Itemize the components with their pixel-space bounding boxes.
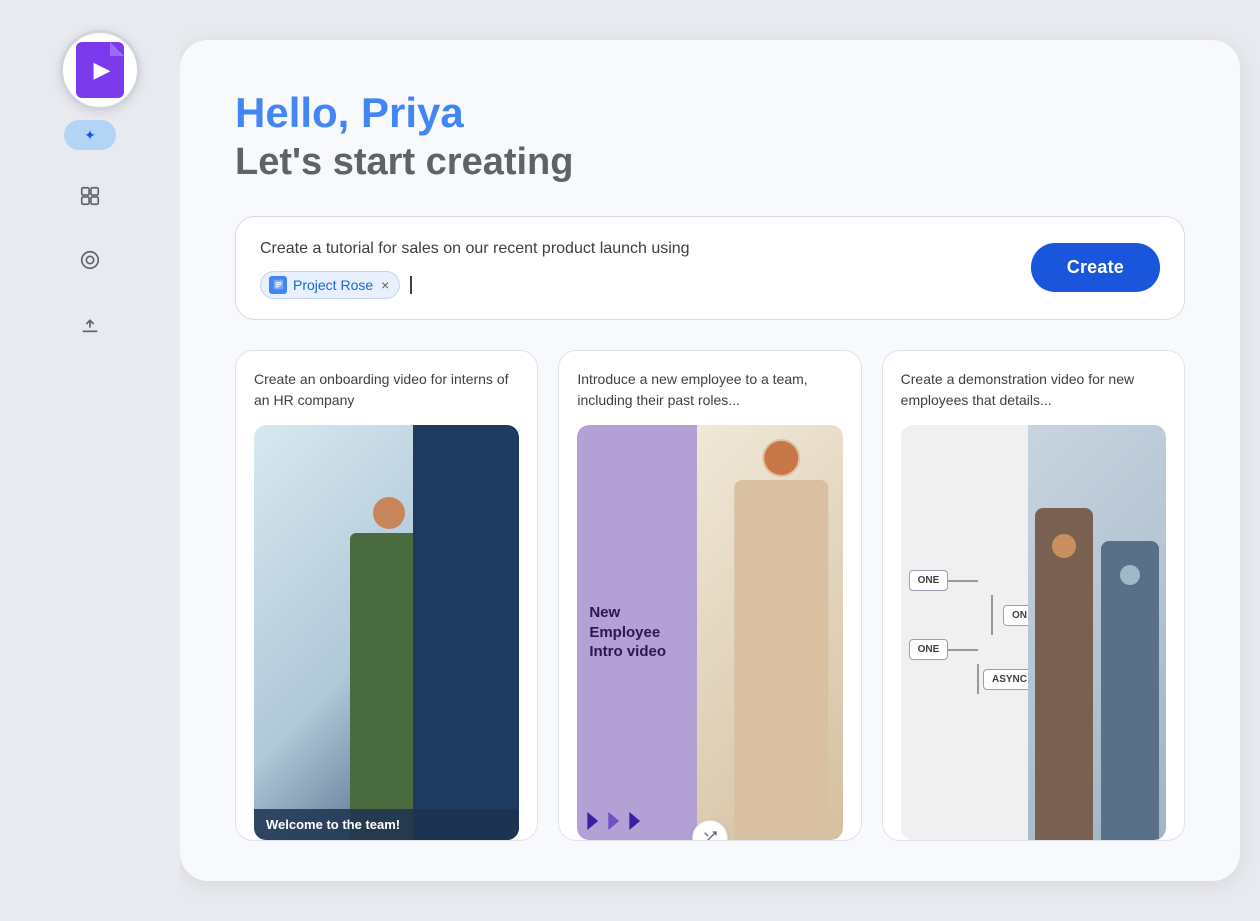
sidebar-nav: ✦ (64, 120, 116, 342)
input-area: Create a tutorial for sales on our recen… (235, 216, 1185, 320)
logo-circle: ▶ (60, 30, 140, 110)
card2-chevrons (587, 812, 647, 830)
card2-intro-text: New Employee Intro video (589, 603, 684, 662)
suggestion-card-2[interactable]: Introduce a new employee to a team, incl… (558, 350, 861, 841)
tag-doc-icon (269, 276, 287, 294)
create-button-main[interactable]: Create (1031, 243, 1160, 292)
suggestion-card-1[interactable]: Create an onboarding video for interns o… (235, 350, 538, 841)
create-button[interactable]: ✦ (64, 120, 116, 150)
sidebar-item-record[interactable] (72, 242, 108, 278)
diagram-box-one-2: ONE (909, 639, 949, 660)
app-logo-icon: ▶ (76, 42, 124, 98)
greeting-hello: Hello, Priya (235, 90, 1185, 136)
suggestion-text-3: Create a demonstration video for new emp… (901, 369, 1166, 413)
card2-right-panel (697, 425, 843, 840)
card2-image-container: New Employee Intro video (577, 425, 842, 840)
greeting-section: Hello, Priya Let's start creating (235, 90, 1185, 186)
greeting-hello-text: Hello, (235, 89, 361, 136)
tag-row: Project Rose × (260, 271, 1015, 299)
card3-image-container: ONE ON ONE (901, 425, 1166, 840)
tag-project-rose[interactable]: Project Rose × (260, 271, 400, 299)
screen: ▶ ✦ (0, 0, 1260, 921)
star-icon: ✦ (84, 127, 96, 144)
sidebar-item-upload[interactable] (72, 306, 108, 342)
chevron-3 (629, 812, 647, 830)
card1-image: Welcome to the team! (254, 425, 519, 840)
input-cursor (410, 276, 412, 294)
input-left: Create a tutorial for sales on our recen… (260, 237, 1015, 299)
chevron-1 (587, 812, 605, 830)
suggestion-text-2: Introduce a new employee to a team, incl… (577, 369, 842, 413)
card1-overlay-text: Welcome to the team! (254, 809, 519, 840)
play-icon: ▶ (94, 57, 111, 83)
tag-close-icon[interactable]: × (381, 277, 389, 293)
tag-label: Project Rose (293, 277, 373, 293)
main-card: Hello, Priya Let's start creating Create… (180, 40, 1240, 881)
suggestions-section: Create an onboarding video for interns o… (235, 350, 1185, 841)
sidebar-item-templates[interactable] (72, 178, 108, 214)
suggestion-image-3: ONE ON ONE (901, 425, 1166, 840)
sidebar: ▶ ✦ (0, 0, 180, 921)
diagram-box-one-1: ONE (909, 570, 949, 591)
card2-left-panel: New Employee Intro video (577, 425, 696, 840)
suggestion-image-1: Welcome to the team! (254, 425, 519, 840)
chevron-2 (608, 812, 626, 830)
suggestion-text-1: Create an onboarding video for interns o… (254, 369, 519, 413)
greeting-subtitle: Let's start creating (235, 140, 1185, 186)
greeting-name: Priya (361, 89, 464, 136)
suggestion-card-3[interactable]: Create a demonstration video for new emp… (882, 350, 1185, 841)
suggestion-image-2: New Employee Intro video (577, 425, 842, 840)
input-prompt-text[interactable]: Create a tutorial for sales on our recen… (260, 237, 1015, 261)
